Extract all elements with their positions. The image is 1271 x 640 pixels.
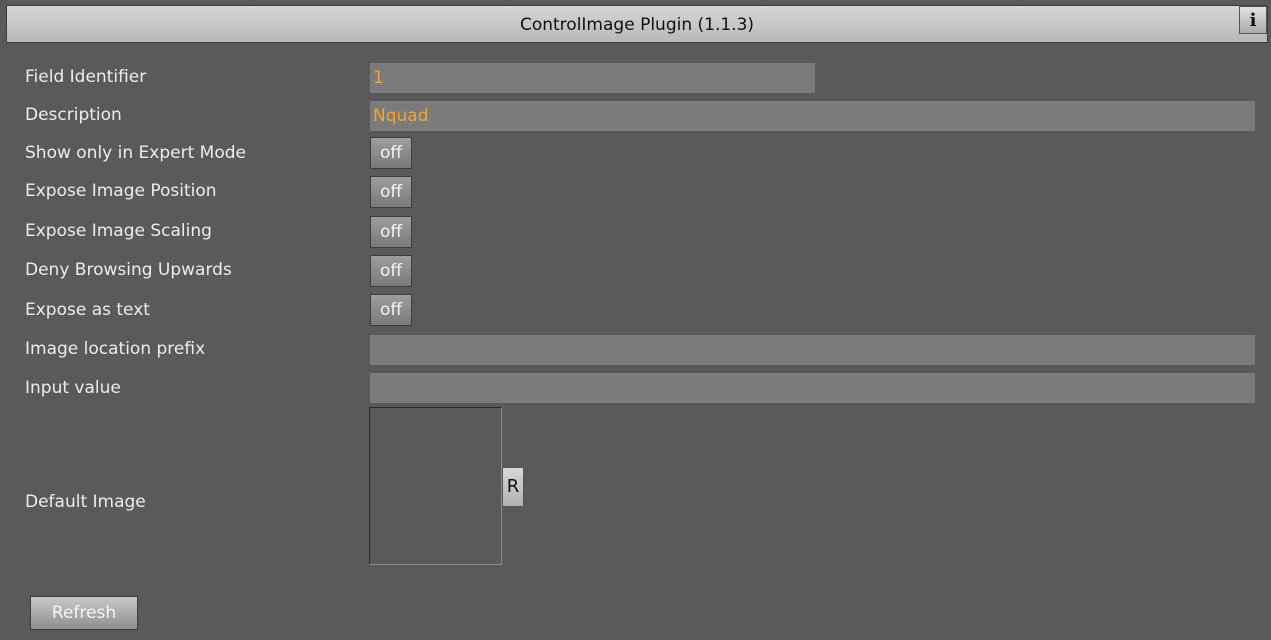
show-expert-toggle[interactable]: off [370,137,412,169]
title-bar: ControlImage Plugin (1.1.3) i [6,5,1268,43]
show-expert-label: Show only in Expert Mode [25,143,246,163]
window-title: ControlImage Plugin (1.1.3) [519,15,755,35]
deny-browsing-toggle[interactable]: off [370,255,412,287]
description-label: Description [25,105,122,125]
field-identifier-label: Field Identifier [25,67,147,87]
default-image-drop-area[interactable] [369,407,502,565]
input-value-label: Input value [25,378,121,398]
input-value-input[interactable] [370,373,1255,403]
expose-scaling-toggle[interactable]: off [370,216,412,248]
refresh-button[interactable]: Refresh [30,596,138,630]
location-prefix-label: Image location prefix [25,339,206,359]
reset-image-button[interactable]: R [502,467,524,507]
field-identifier-input[interactable]: 1 [370,63,815,93]
expose-position-toggle[interactable]: off [370,176,412,208]
expose-scaling-label: Expose Image Scaling [25,221,212,241]
expose-text-toggle[interactable]: off [370,294,412,326]
description-input[interactable]: Nquad [370,101,1255,131]
default-image-label: Default Image [25,492,146,512]
expose-position-label: Expose Image Position [25,181,217,201]
location-prefix-input[interactable] [370,335,1255,365]
deny-browsing-label: Deny Browsing Upwards [25,260,232,280]
expose-text-label: Expose as text [25,300,150,320]
info-button[interactable]: i [1239,6,1267,34]
